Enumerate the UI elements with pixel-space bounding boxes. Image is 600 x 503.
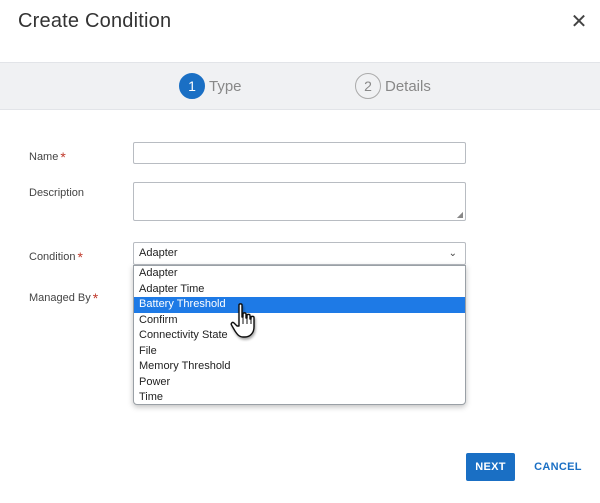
name-label-text: Name	[29, 151, 59, 163]
next-button[interactable]: NEXT	[466, 453, 515, 481]
step-number: 1	[179, 73, 205, 99]
dialog-title: Create Condition	[18, 10, 172, 32]
dropdown-option-highlighted[interactable]: Battery Threshold	[134, 297, 465, 313]
resize-handle-icon[interactable]: ◢	[457, 210, 463, 219]
condition-dropdown-list: Adapter Adapter Time Battery Threshold C…	[133, 265, 466, 405]
create-condition-dialog: Create Condition ✕ 1 Type 2 Details Name…	[0, 0, 600, 503]
step-label: Details	[385, 77, 431, 95]
description-label: Description	[29, 187, 85, 199]
hand-pointer-icon	[230, 303, 255, 338]
condition-select[interactable]: Adapter ⌄	[133, 242, 466, 265]
step-label: Type	[209, 77, 242, 95]
required-marker: *	[60, 149, 66, 165]
required-marker: *	[77, 249, 83, 265]
description-textarea[interactable]: ◢	[133, 182, 466, 221]
dropdown-option[interactable]: Connectivity State	[134, 328, 465, 344]
dropdown-option[interactable]: Confirm	[134, 313, 465, 329]
step-number: 2	[355, 73, 381, 99]
dropdown-option[interactable]: Memory Threshold	[134, 359, 465, 375]
step-type[interactable]: 1 Type	[179, 73, 242, 99]
dropdown-option[interactable]: Power	[134, 375, 465, 391]
close-icon[interactable]: ✕	[568, 11, 590, 33]
managed-by-label-text: Managed By	[29, 292, 91, 304]
name-input[interactable]	[133, 142, 466, 164]
condition-label-text: Condition	[29, 251, 76, 263]
dropdown-option[interactable]: File	[134, 344, 465, 360]
dropdown-option[interactable]: Time	[134, 390, 465, 406]
required-marker: *	[92, 290, 99, 306]
stepper: 1 Type 2 Details	[0, 62, 600, 110]
step-details[interactable]: 2 Details	[355, 73, 431, 99]
dropdown-option[interactable]: Adapter Time	[134, 282, 465, 298]
name-label: Name *	[29, 147, 66, 165]
condition-selected-value: Adapter	[139, 247, 178, 259]
dropdown-option[interactable]: Adapter	[134, 266, 465, 282]
cancel-button[interactable]: CANCEL	[534, 453, 582, 481]
condition-label: Condition *	[29, 247, 83, 265]
chevron-down-icon: ⌄	[448, 248, 457, 259]
managed-by-label: Managed By *	[29, 288, 99, 306]
